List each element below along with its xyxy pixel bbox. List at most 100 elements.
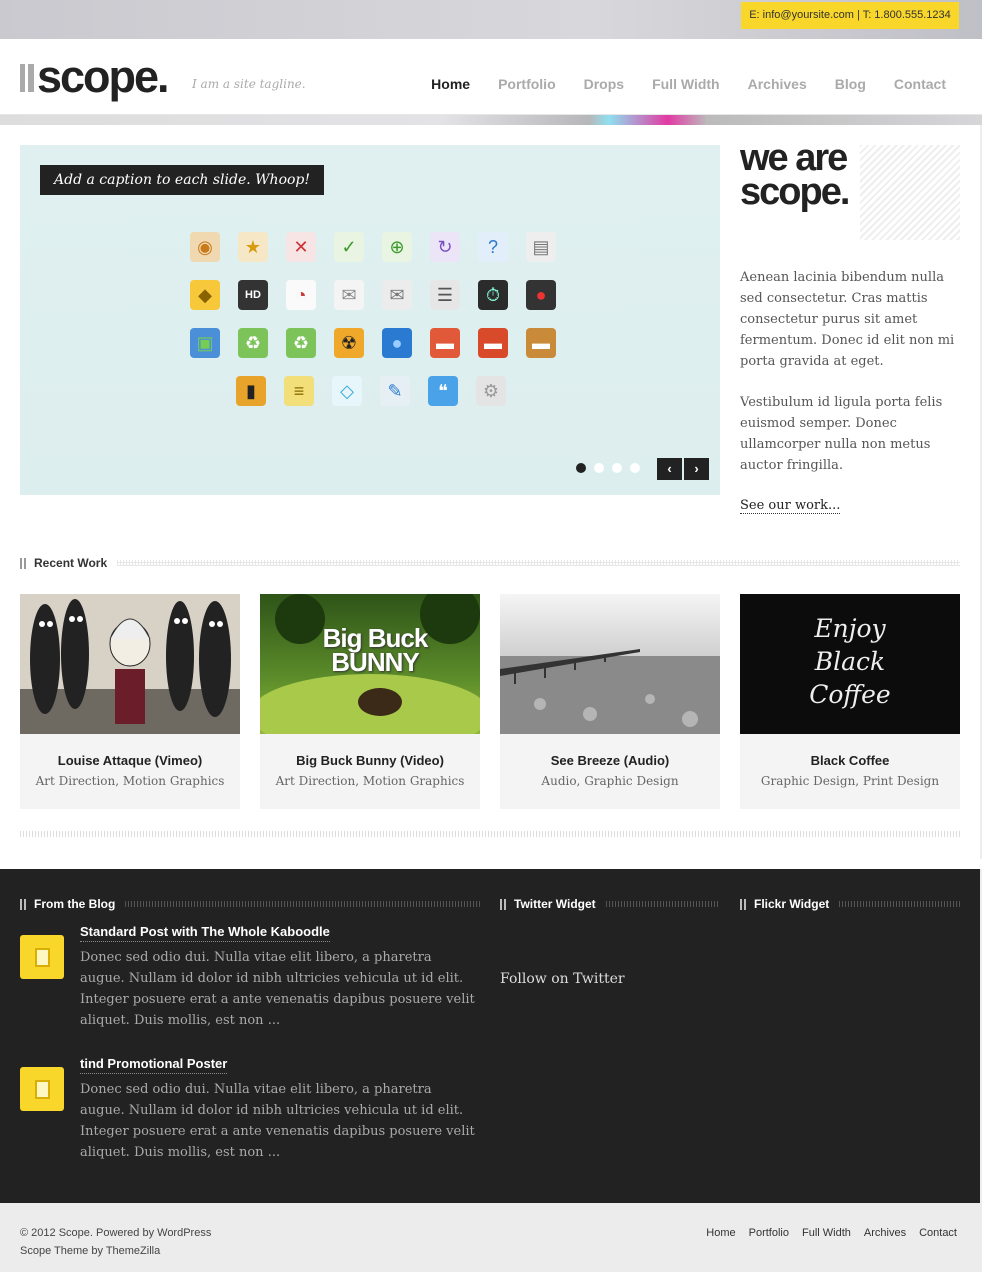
section-rule — [605, 901, 720, 907]
nav-home[interactable]: Home — [431, 76, 470, 92]
notes-icon: ≡ — [284, 376, 314, 406]
globe-icon: ● — [382, 328, 412, 358]
nav-archives[interactable]: Archives — [748, 76, 807, 92]
twitter-widget-header: Twitter Widget — [500, 897, 720, 911]
work-item[interactable]: Big Buck BUNNY Big Buck Bunny (Video) Ar… — [260, 594, 480, 809]
gear-icon: ⚙ — [476, 376, 506, 406]
slider-next-button[interactable]: › — [684, 458, 709, 480]
work-title[interactable]: See Breeze (Audio) — [500, 753, 720, 768]
pen-icon: ✎ — [380, 376, 410, 406]
recent-work-grid: Louise Attaque (Vimeo) Art Direction, Mo… — [20, 594, 960, 809]
slide-dot[interactable] — [612, 463, 622, 473]
add-page-icon: ⊕ — [382, 232, 412, 262]
see-our-work-link[interactable]: See our work... — [740, 498, 841, 514]
slide-dot[interactable] — [594, 463, 604, 473]
header-backdrop — [0, 115, 982, 125]
mail-icon: ✉ — [334, 280, 364, 310]
picture-icon: ▣ — [190, 328, 220, 358]
section-title: Recent Work — [34, 556, 108, 570]
thumbnail-title: Big Buck BUNNY — [322, 623, 429, 677]
section-divider — [20, 831, 960, 837]
site-header: scope. I am a site tagline. Home Portfol… — [0, 39, 982, 115]
section-bar-icon — [20, 898, 26, 910]
nav-blog[interactable]: Blog — [835, 76, 866, 92]
work-title[interactable]: Louise Attaque (Vimeo) — [20, 753, 240, 768]
nav-contact[interactable]: Contact — [894, 76, 946, 92]
section-title: Twitter Widget — [514, 897, 596, 911]
work-thumbnail[interactable] — [20, 594, 240, 734]
help-icon: ? — [478, 232, 508, 262]
hd-clapper-icon: HD — [238, 280, 268, 310]
about-text: Aenean lacinia bibendum nulla sed consec… — [740, 267, 962, 496]
section-bar-icon — [500, 898, 506, 910]
work-thumbnail[interactable]: Big Buck BUNNY — [260, 594, 480, 734]
briefcase-icon: ▬ — [526, 328, 556, 358]
work-categories: Graphic Design, Print Design — [760, 774, 940, 788]
road-sign-icon: ◆ — [190, 280, 220, 310]
work-title[interactable]: Big Buck Bunny (Video) — [260, 753, 480, 768]
slide-dot[interactable] — [576, 463, 586, 473]
footer-nav-home[interactable]: Home — [706, 1227, 735, 1239]
footer-nav-portfolio[interactable]: Portfolio — [749, 1227, 789, 1239]
post-title-link[interactable]: tind Promotional Poster — [80, 1056, 228, 1074]
film-icon: ▮ — [236, 376, 266, 406]
footer-nav: Home Portfolio Full Width Archives Conta… — [706, 1227, 957, 1239]
icon-row: ▮ ≡ ◇ ✎ ❝ ⚙ — [190, 367, 556, 415]
main-content: Add a caption to each slide. Whoop! ◉ ★ ✕ ✓… — [0, 125, 982, 859]
work-thumbnail[interactable]: Enjoy Black Coffee — [740, 594, 960, 734]
site-footer: © 2012 Scope. Powered by WordPress Scope… — [0, 1203, 982, 1272]
nav-full-width[interactable]: Full Width — [652, 76, 720, 92]
work-categories: Art Direction, Motion Graphics — [35, 774, 225, 788]
section-title: Flickr Widget — [754, 897, 830, 911]
work-item[interactable]: Enjoy Black Coffee Black Coffee Graphic … — [740, 594, 960, 809]
work-title[interactable]: Black Coffee — [740, 753, 960, 768]
rss-icon: ◉ — [190, 232, 220, 262]
slider-prev-button[interactable]: ‹ — [657, 458, 682, 480]
work-item[interactable]: Louise Attaque (Vimeo) Art Direction, Mo… — [20, 594, 240, 809]
theme-credit: Scope Theme by ThemeZilla — [20, 1245, 161, 1257]
footer-nav-full-width[interactable]: Full Width — [802, 1227, 851, 1239]
icon-row: ◆ HD ◔ ✉ ✉ ☰ ⏱ ● — [190, 271, 556, 319]
post-excerpt: Donec sed odio dui. Nulla vitae elit lib… — [80, 1082, 475, 1160]
about-heading-block: we are scope. — [740, 139, 960, 240]
slider-arrows: ‹ › — [657, 458, 709, 480]
work-item[interactable]: See Breeze (Audio) Audio, Graphic Design — [500, 594, 720, 809]
document-icon — [20, 935, 64, 979]
follow-twitter-link[interactable]: Follow on Twitter — [500, 971, 625, 987]
footer-nav-archives[interactable]: Archives — [864, 1227, 906, 1239]
post-excerpt: Donec sed odio dui. Nulla vitae elit lib… — [80, 950, 475, 1028]
radiation-icon: ☢ — [334, 328, 364, 358]
copyright-text: © 2012 Scope. Powered by WordPress — [20, 1227, 212, 1239]
slider-pagination — [576, 463, 640, 473]
star-icon: ★ — [238, 232, 268, 262]
toolbox-icon: ▬ — [430, 328, 460, 358]
footer-nav-contact[interactable]: Contact — [919, 1227, 957, 1239]
blog-widget-header: From the Blog — [20, 897, 480, 911]
section-bar-icon — [20, 557, 26, 569]
recycle-bin-icon: ♻ — [238, 328, 268, 358]
nav-drops[interactable]: Drops — [584, 76, 624, 92]
slide-icon-grid: ◉ ★ ✕ ✓ ⊕ ↻? ▤ ◆ HD ◔ ✉ ✉ ☰ ⏱ ● ▣ ♻ ♻ ☢ ● ▬ ▬ ▬ ▮ ≡ ◇ ✎ ❝ ⚙ — [190, 223, 556, 415]
nav-portfolio[interactable]: Portfolio — [498, 76, 556, 92]
open-mail-icon: ✉ — [382, 280, 412, 310]
post-title-link[interactable]: Standard Post with The Whole Kaboodle — [80, 924, 330, 942]
section-rule — [125, 901, 480, 907]
main-nav: Home Portfolio Drops Full Width Archives… — [403, 76, 946, 92]
refresh-icon: ↻ — [430, 232, 460, 262]
work-thumbnail[interactable] — [500, 594, 720, 734]
zip-icon: ▤ — [526, 232, 556, 262]
thumbnail-title: Enjoy Black Coffee — [809, 614, 891, 709]
toolbox-2-icon: ▬ — [478, 328, 508, 358]
slide-dot[interactable] — [630, 463, 640, 473]
section-rule — [117, 560, 960, 566]
logo-mark — [20, 64, 34, 92]
work-categories: Art Direction, Motion Graphics — [275, 774, 465, 788]
site-logo[interactable]: scope. — [37, 51, 170, 103]
recent-work-header: Recent Work — [20, 556, 960, 570]
joystick-icon: ● — [526, 280, 556, 310]
about-heading-text: we are scope. — [740, 137, 850, 213]
featured-slider[interactable]: Add a caption to each slide. Whoop! ◉ ★ ✕ ✓… — [20, 145, 720, 495]
top-bar: E: info@yoursite.com | T: 1.800.555.1234 — [0, 0, 982, 39]
section-bar-icon — [740, 898, 746, 910]
icon-row: ▣ ♻ ♻ ☢ ● ▬ ▬ ▬ — [190, 319, 556, 367]
